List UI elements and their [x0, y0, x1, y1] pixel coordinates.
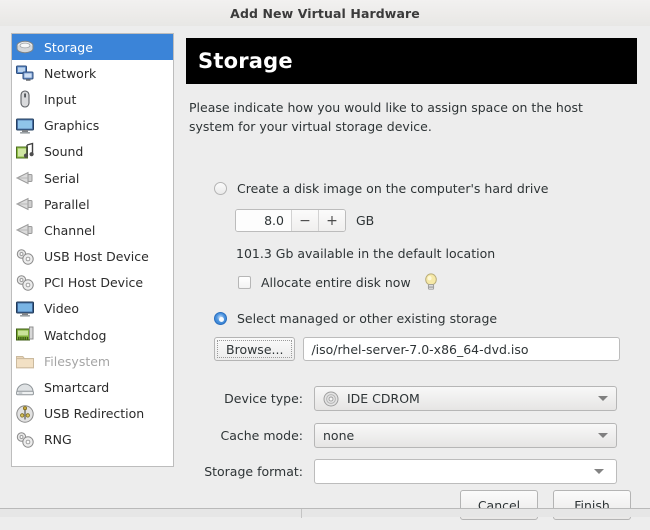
sidebar-item-smartcard[interactable]: Smartcard	[12, 374, 173, 400]
sidebar-item-serial[interactable]: Serial	[12, 165, 173, 191]
sidebar-item-watchdog[interactable]: Watchdog	[12, 322, 173, 348]
window-titlebar: Add New Virtual Hardware	[0, 0, 650, 26]
storage-path-input[interactable]: /iso/rhel-server-7.0-x86_64-dvd.iso	[303, 337, 621, 361]
sidebar-item-label: Watchdog	[44, 327, 107, 343]
sidebar-item-parallel[interactable]: Parallel	[12, 191, 173, 217]
managed-storage-radio[interactable]	[214, 312, 227, 325]
cache-mode-combobox[interactable]: none	[314, 423, 617, 448]
sidebar-item-label: Graphics	[44, 118, 100, 134]
browse-button[interactable]: Browse...	[214, 337, 296, 361]
chevron-down-icon	[598, 395, 608, 402]
managed-storage-radio-row[interactable]: Select managed or other existing storage	[214, 311, 497, 326]
sidebar-item-usb-redirection[interactable]: USB Redirection	[12, 401, 173, 427]
sidebar-item-label: Video	[44, 301, 80, 317]
sidebar-item-filesystem: Filesystem	[12, 348, 173, 374]
storage-format-row[interactable]: Storage format:	[204, 459, 617, 484]
dialog-body: Storage Network Input Graphics Sound Serial Pa…	[0, 26, 650, 520]
pci-host-icon	[15, 273, 35, 293]
watchdog-card-icon	[15, 325, 35, 345]
disk-size-spinner[interactable]: 8.0 − +	[235, 209, 346, 232]
sidebar-item-network[interactable]: Network	[12, 60, 173, 86]
sidebar-item-label: Sound	[44, 144, 84, 160]
smartcard-icon	[15, 378, 35, 398]
sidebar-item-label: Channel	[44, 222, 96, 238]
usb-host-icon	[15, 247, 35, 267]
sound-icon	[15, 142, 35, 162]
sidebar-item-usb-host-device[interactable]: USB Host Device	[12, 244, 173, 270]
sidebar-item-label: Storage	[44, 39, 93, 55]
create-disk-radio[interactable]	[214, 182, 227, 195]
disk-size-increment-button[interactable]: +	[318, 210, 345, 231]
sidebar-item-label: Filesystem	[44, 353, 111, 369]
device-type-value: IDE CDROM	[347, 391, 420, 406]
bottom-status-strip	[0, 508, 650, 518]
available-space-text: 101.3 Gb available in the default locati…	[236, 246, 496, 261]
sidebar-item-video[interactable]: Video	[12, 296, 173, 322]
sidebar-item-label: PCI Host Device	[44, 275, 144, 291]
disk-size-input[interactable]: 8.0	[236, 210, 291, 231]
window-title: Add New Virtual Hardware	[230, 5, 420, 21]
sidebar-item-label: RNG	[44, 432, 72, 448]
allocate-disk-checkbox[interactable]	[238, 275, 251, 289]
managed-storage-label: Select managed or other existing storage	[237, 311, 498, 326]
optical-disc-icon	[323, 391, 339, 407]
sidebar-item-rng[interactable]: RNG	[12, 427, 173, 453]
disk-size-decrement-button[interactable]: −	[291, 210, 318, 231]
channel-icon	[15, 220, 35, 240]
sidebar-item-label: Network	[44, 65, 97, 81]
folder-icon	[15, 351, 35, 371]
allocate-disk-label: Allocate entire disk now	[261, 274, 411, 290]
sidebar-item-label: Parallel	[44, 196, 90, 212]
parallel-port-icon	[15, 194, 35, 214]
sidebar-item-label: Input	[44, 91, 77, 107]
create-disk-radio-row[interactable]: Create a disk image on the computer's ha…	[214, 181, 548, 196]
sidebar-item-channel[interactable]: Channel	[12, 217, 173, 243]
device-type-label: Device type:	[224, 391, 303, 406]
serial-port-icon	[15, 168, 35, 188]
device-type-row[interactable]: Device type: IDE CDROM	[204, 386, 617, 411]
sidebar-item-label: Serial	[44, 170, 80, 186]
lightbulb-icon	[424, 273, 438, 291]
storage-path-row[interactable]: Browse... /iso/rhel-server-7.0-x86_64-dv…	[214, 337, 621, 361]
cache-mode-value: none	[323, 428, 355, 443]
hard-disk-icon	[15, 37, 35, 57]
sidebar-item-input[interactable]: Input	[12, 86, 173, 112]
device-type-combobox[interactable]: IDE CDROM	[314, 386, 617, 411]
monitor-icon	[15, 116, 35, 136]
sidebar-item-label: USB Redirection	[44, 406, 145, 422]
usb-redirection-icon	[15, 404, 35, 424]
sidebar-item-sound[interactable]: Sound	[12, 139, 173, 165]
rng-icon	[15, 430, 35, 450]
storage-format-label: Storage format:	[204, 464, 303, 479]
page-header-banner: Storage	[186, 38, 637, 84]
sidebar-item-label: USB Host Device	[44, 249, 149, 265]
network-icon	[15, 63, 35, 83]
allocate-disk-row[interactable]: Allocate entire disk now	[238, 273, 438, 291]
sidebar-item-storage[interactable]: Storage	[12, 34, 173, 61]
create-disk-label: Create a disk image on the computer's ha…	[237, 181, 549, 196]
page-description: Please indicate how you would like to as…	[189, 100, 583, 134]
chevron-down-icon	[598, 432, 608, 439]
disk-size-unit-label: GB	[356, 213, 375, 228]
cache-mode-label: Cache mode:	[220, 428, 303, 443]
storage-format-combobox[interactable]	[314, 459, 617, 484]
disk-size-spinner-row[interactable]: 8.0 − + GB	[235, 209, 374, 232]
chevron-down-icon	[594, 468, 604, 475]
video-icon	[15, 299, 35, 319]
page-title: Storage	[198, 49, 293, 73]
cache-mode-row[interactable]: Cache mode: none	[204, 423, 617, 448]
sidebar-item-graphics[interactable]: Graphics	[12, 113, 173, 139]
mouse-icon	[15, 89, 35, 109]
sidebar-item-label: Smartcard	[44, 380, 110, 396]
sidebar-item-pci-host-device[interactable]: PCI Host Device	[12, 270, 173, 296]
hardware-category-list[interactable]: Storage Network Input Graphics Sound Serial Pa…	[11, 33, 174, 467]
